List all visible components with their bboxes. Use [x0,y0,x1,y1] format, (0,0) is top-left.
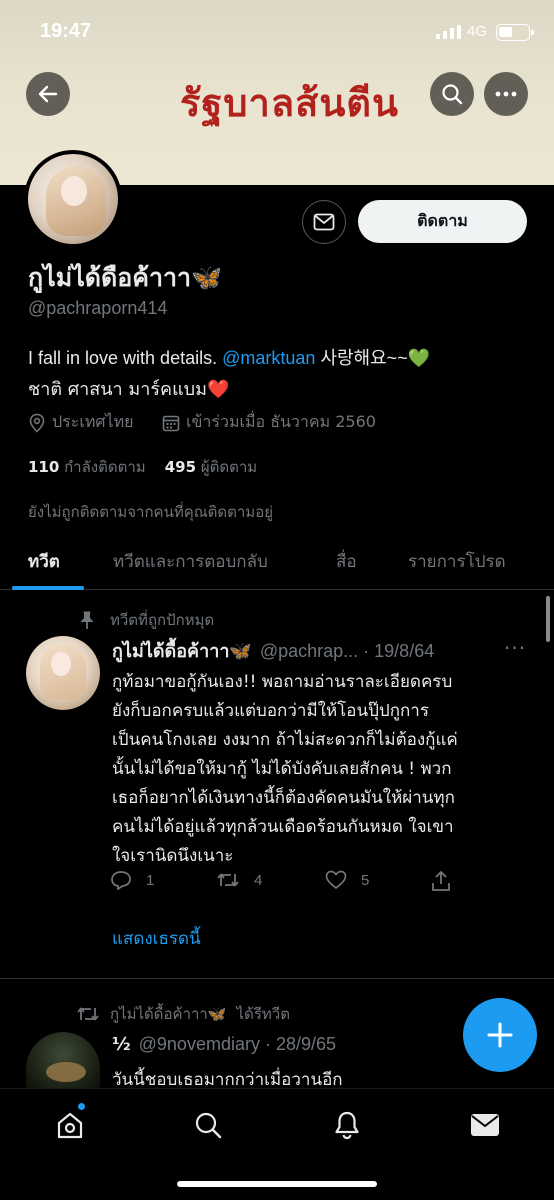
scrollbar[interactable] [546,596,550,642]
tab-likes[interactable]: รายการโปรด [408,548,506,575]
tweet-actions: 1 4 5 [110,870,470,898]
status-bar: 19:47 4G [0,0,554,66]
red-heart-emoji: ❤️ [206,379,230,400]
tweet-divider [0,978,554,979]
pinned-label: ทวีตที่ถูกปักหมุด [78,608,214,632]
bio-text: I fall in love with details. [28,348,218,368]
retweeter-name[interactable]: กูไม่ได้ดื้อค้าาา🦋 [110,1002,227,1026]
bio-line-2: ชาติ ศาสนา มาร์คแบม❤️ [28,374,229,403]
show-thread-link[interactable]: แสดงเธรดนี้ [112,925,201,952]
status-time: 19:47 [40,20,92,42]
retweet-author-avatar[interactable] [26,1032,100,1088]
home-icon [57,1112,83,1139]
nav-home[interactable] [50,1107,90,1143]
reply-button[interactable]: 1 [110,870,154,890]
follow-counts: 110 กำลังติดตาม 495 ผู้ติดตาม [28,455,257,479]
joined-meta: เข้าร่วมเมื่อ ธันวาคม 2560 [162,410,376,435]
tweet-header: กูไม่ได้ดื้อค้าาา🦋 @pachrap... · 19/8/64 [112,636,434,665]
tweet-author-name[interactable]: กูไม่ได้ดื้อค้าาา🦋 [112,636,252,665]
tweet-body: กูท้อมาขอกู้กันเอง!! พอถามอ่านราละเอียดค… [112,672,458,866]
tab-tweets-replies[interactable]: ทวีตและการตอบกลับ [113,548,268,575]
followers-link[interactable]: 495 ผู้ติดตาม [165,458,257,476]
plus-icon [487,1022,513,1048]
nav-messages[interactable] [465,1107,505,1143]
retweet-context: กูไม่ได้ดื้อค้าาา🦋 ได้รีทวีต [76,1002,290,1026]
back-button[interactable] [26,72,70,116]
butterfly-emoji: 🦋 [191,263,223,292]
tweet-handle-date: @pachrap... · 19/8/64 [259,641,435,661]
follow-button[interactable]: ติดตาม [358,200,527,243]
reply-icon [111,871,131,890]
profile-name-text: กูไม่ได้ดือค้าาา [28,263,192,292]
battery-icon [496,24,534,41]
not-followed-note: ยังไม่ถูกติดตามจากคนที่คุณติดตามอยู่ [28,503,273,521]
more-options-button[interactable] [484,72,528,116]
more-icon [495,91,517,97]
profile-avatar[interactable] [24,150,122,248]
retweet-author-name[interactable]: ½ [112,1034,131,1055]
profile-name: กูไม่ได้ดือค้าาา🦋 [28,258,222,298]
green-heart-emoji: 💚 [407,348,431,368]
bio-text-2: ชาติ ศาสนา มาร์คแบม [28,379,207,400]
tab-tweets[interactable]: ทวีต [28,548,60,575]
joined-text: เข้าร่วมเมื่อ ธันวาคม 2560 [186,412,376,431]
bottom-navigation [0,1088,554,1200]
like-button[interactable]: 5 [325,870,369,890]
retweet-body: วันนี้ชอบเธอมากกว่าเมื่อวานอีก [112,1070,343,1088]
retweet-header: ½ @9novemdiary · 28/9/65 [112,1034,336,1055]
search-button[interactable] [430,72,474,116]
following-link[interactable]: 110 กำลังติดตาม [28,458,146,476]
retweet-icon [77,1007,99,1021]
retweet-label: ได้รีทวีต [236,1005,290,1023]
search-icon [195,1112,222,1139]
tweet-more-button[interactable]: ··· [504,636,526,660]
retweet-button[interactable]: 4 [216,870,262,890]
message-button[interactable] [302,200,346,244]
signal-icon [436,25,461,39]
pinned-text: ทวีตที่ถูกปักหมุด [110,611,215,629]
banner-title: รัฐบาลส้นตีน [180,80,399,125]
calendar-icon [162,415,180,431]
location-text: ประเทศไทย [52,412,134,431]
profile-tabs: ทวีต ทวีตและการตอบกลับ สื่อ รายการโปรด [0,536,554,590]
tab-media[interactable]: สื่อ [336,548,357,575]
share-button[interactable] [430,870,452,892]
share-icon [432,871,450,891]
home-indicator[interactable] [177,1181,377,1187]
notification-dot [78,1103,85,1110]
bell-icon [335,1111,359,1140]
mail-icon [313,213,335,231]
pin-icon [80,611,94,629]
search-icon [442,84,463,105]
nav-notifications[interactable] [327,1107,367,1143]
retweet-handle-date: @9novemdiary · 28/9/65 [138,1034,337,1054]
mail-icon [471,1114,499,1136]
bio-line-1: I fall in love with details. @marktuan 사… [28,344,430,370]
bio-mention-link[interactable]: @marktuan [222,348,315,368]
nav-search[interactable] [188,1107,228,1143]
active-tab-indicator [12,586,84,590]
retweet-icon [217,873,239,887]
heart-icon [325,870,347,890]
profile-handle: @pachraporn414 [28,298,168,318]
arrow-left-icon [38,85,58,103]
location-icon [29,413,45,433]
compose-tweet-button[interactable] [463,998,537,1072]
location-meta: ประเทศไทย [28,410,133,435]
bio-korean-text: 사랑해요~~ [320,348,408,368]
tweet-author-avatar[interactable] [26,636,100,710]
network-label: 4G [467,23,488,40]
